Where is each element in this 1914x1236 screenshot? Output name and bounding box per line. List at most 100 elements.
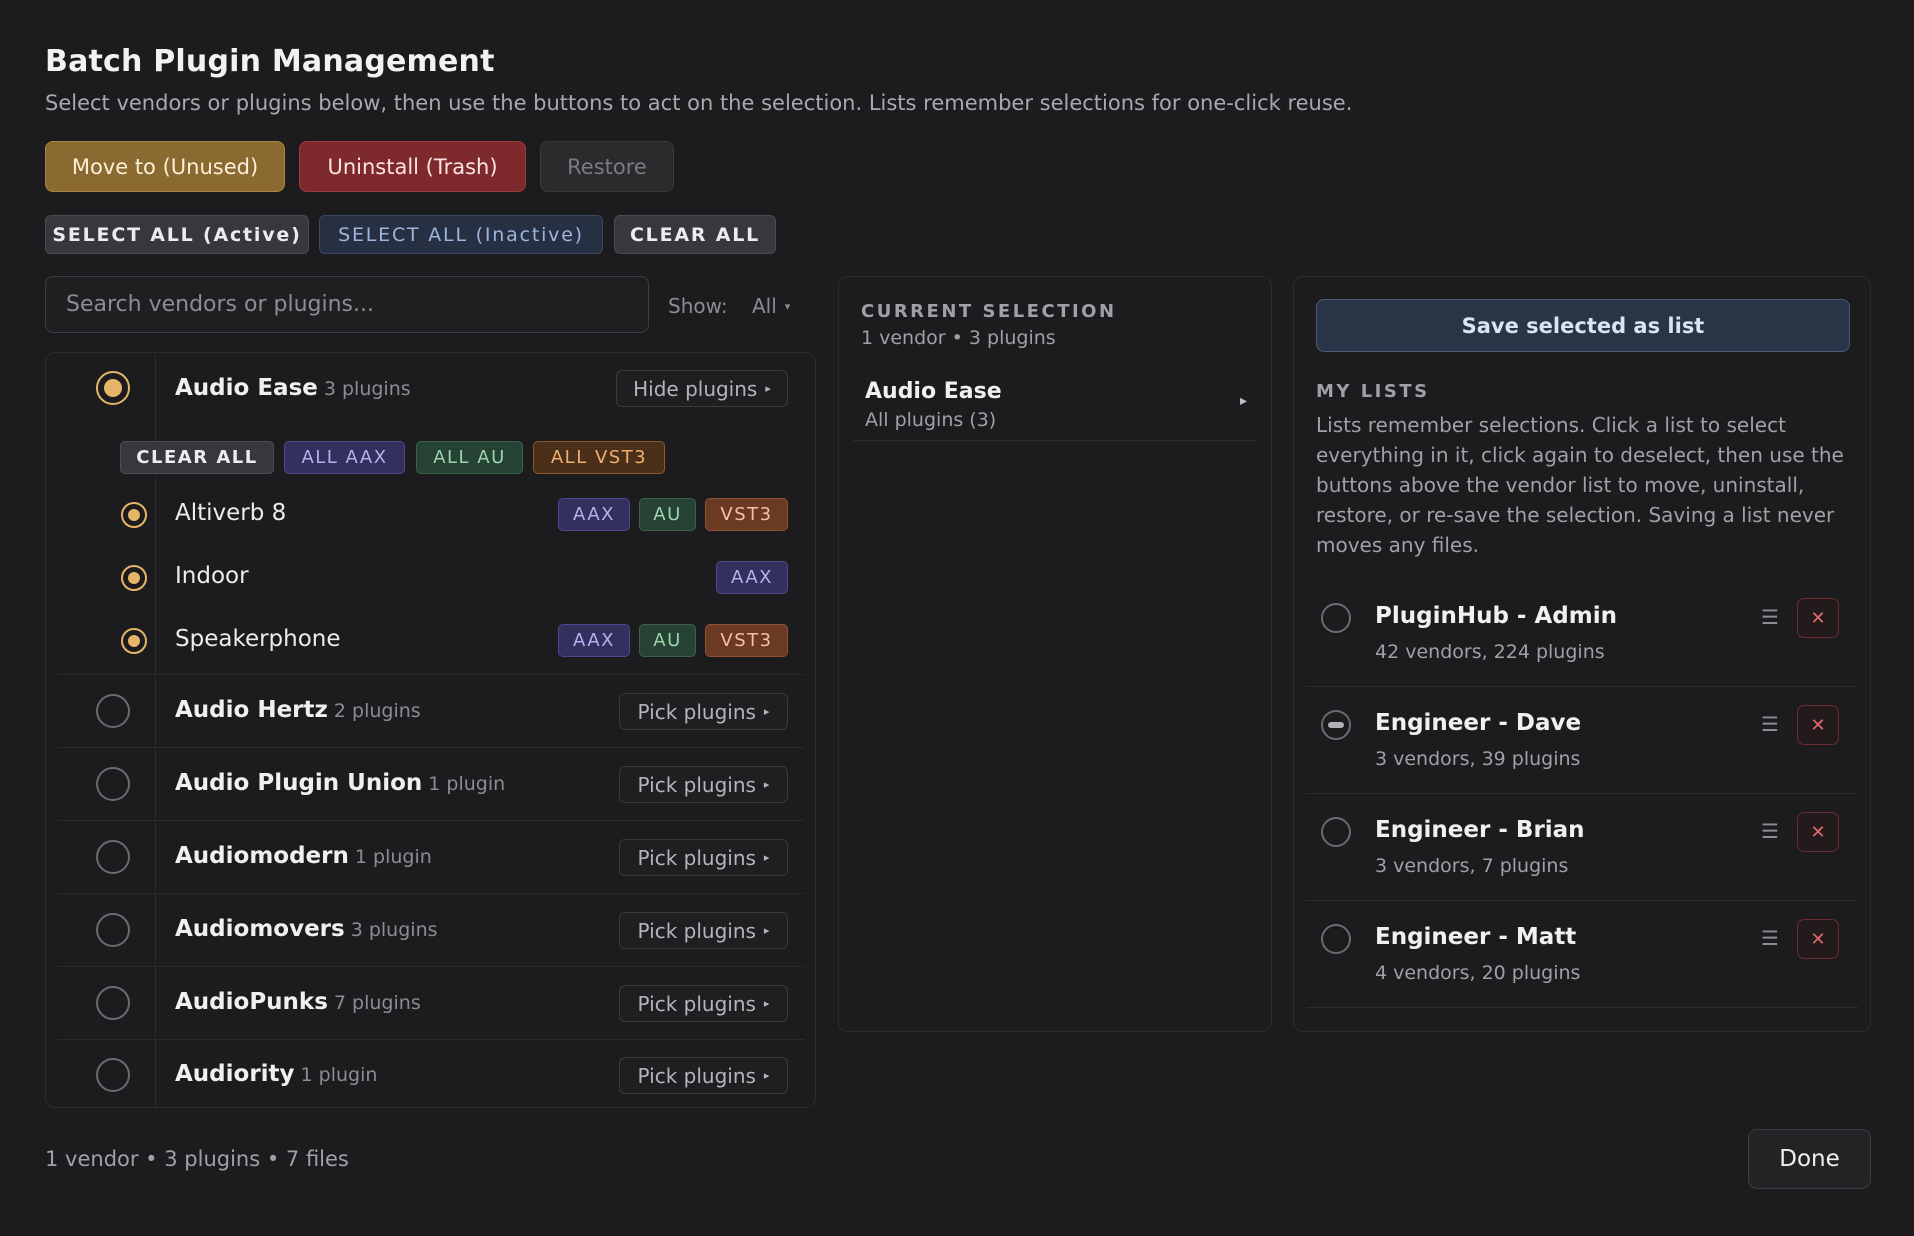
pick-plugins-label: Pick plugins <box>637 699 756 724</box>
format-tag-aax[interactable]: AAX <box>558 498 630 531</box>
vendor-select-radio[interactable] <box>96 840 130 874</box>
list-select-radio[interactable] <box>1321 817 1351 847</box>
drag-handle-icon[interactable]: ☰ <box>1761 605 1779 629</box>
row-divider <box>155 894 156 966</box>
pick-plugins-button[interactable]: Pick plugins ▸ <box>619 1057 788 1094</box>
vendor-select-radio[interactable] <box>96 986 130 1020</box>
vendor-select-radio[interactable] <box>96 694 130 728</box>
show-filter-value: All <box>752 294 777 318</box>
row-divider <box>155 967 156 1039</box>
close-icon: ✕ <box>1810 714 1826 736</box>
list-item[interactable]: PluginHub - Admin 42 vendors, 224 plugin… <box>1306 581 1858 687</box>
plugin-name: Indoor <box>175 563 249 589</box>
done-button[interactable]: Done <box>1748 1129 1871 1189</box>
delete-list-button[interactable]: ✕ <box>1797 812 1839 852</box>
vendor-row[interactable]: Audiomovers 3 plugins Pick plugins ▸ <box>58 894 805 967</box>
show-filter-dropdown[interactable]: All ▾ <box>752 294 790 318</box>
vendor-row-audio-ease[interactable]: Audio Ease 3 plugins Hide plugins ▸ CLEAR … <box>58 353 805 675</box>
caret-right-icon: ▸ <box>763 1069 770 1082</box>
list-select-radio[interactable] <box>1321 710 1351 740</box>
vendor-select-radio[interactable] <box>96 1058 130 1092</box>
delete-list-button[interactable]: ✕ <box>1797 919 1839 959</box>
drag-handle-icon[interactable]: ☰ <box>1761 712 1779 736</box>
my-lists-panel: Save selected as list MY LISTS Lists rem… <box>1293 276 1871 1032</box>
delete-list-button[interactable]: ✕ <box>1797 705 1839 745</box>
list-select-radio[interactable] <box>1321 603 1351 633</box>
page-title: Batch Plugin Management <box>45 44 495 79</box>
save-selected-as-list-button[interactable]: Save selected as list <box>1316 299 1850 352</box>
format-tag-au[interactable]: AU <box>639 498 696 531</box>
select-all-au-button[interactable]: ALL AU <box>416 441 523 474</box>
select-all-vst3-button[interactable]: ALL VST3 <box>533 441 665 474</box>
list-detail: 3 vendors, 7 plugins <box>1375 855 1569 877</box>
format-tag-aax[interactable]: AAX <box>716 561 788 594</box>
vendor-select-radio[interactable] <box>96 371 130 405</box>
select-all-aax-button[interactable]: ALL AAX <box>284 441 405 474</box>
format-tag-aax[interactable]: AAX <box>558 624 630 657</box>
vendor-row[interactable]: AudioPunks 7 plugins Pick plugins ▸ <box>58 967 805 1040</box>
restore-button[interactable]: Restore <box>540 141 674 192</box>
drag-handle-icon[interactable]: ☰ <box>1761 926 1779 950</box>
pick-plugins-label: Pick plugins <box>637 918 756 943</box>
search-input[interactable] <box>45 276 649 333</box>
expand-arrow-icon[interactable]: ▸ <box>1240 393 1247 409</box>
plugin-select-radio[interactable] <box>121 502 147 528</box>
selection-footer-summary: 1 vendor • 3 plugins • 7 files <box>45 1147 349 1171</box>
list-item[interactable]: Engineer - Dave 3 vendors, 39 plugins ☰ … <box>1306 688 1858 794</box>
my-lists-heading: MY LISTS <box>1316 381 1430 402</box>
vendor-name: Audio Ease 3 plugins <box>175 375 411 401</box>
list-detail: 4 vendors, 20 plugins <box>1375 962 1581 984</box>
pick-plugins-label: Pick plugins <box>637 991 756 1016</box>
vendor-plugin-count: 3 plugins <box>323 378 411 400</box>
format-tag-vst3[interactable]: VST3 <box>705 498 788 531</box>
list-name: Engineer - Brian <box>1375 817 1585 843</box>
current-selection-panel: CURRENT SELECTION 1 vendor • 3 plugins A… <box>838 276 1272 1032</box>
vendor-row[interactable]: Audio Hertz 2 plugins Pick plugins ▸ <box>58 675 805 748</box>
row-divider <box>155 748 156 820</box>
pick-plugins-button[interactable]: Pick plugins ▸ <box>619 839 788 876</box>
list-item[interactable]: Engineer - Matt 4 vendors, 20 plugins ☰ … <box>1306 902 1858 1008</box>
vendor-plugin-count: 2 plugins <box>333 700 421 722</box>
row-divider <box>155 821 156 893</box>
pick-plugins-button[interactable]: Pick plugins ▸ <box>619 766 788 803</box>
drag-handle-icon[interactable]: ☰ <box>1761 819 1779 843</box>
selection-item-name: Audio Ease <box>865 379 1002 404</box>
vendor-row[interactable]: Audio Plugin Union 1 plugin Pick plugins ▸ <box>58 748 805 821</box>
vendor-plugin-count: 1 plugin <box>354 846 432 868</box>
vendor-select-radio[interactable] <box>96 767 130 801</box>
caret-right-icon: ▸ <box>763 851 770 864</box>
clear-all-button[interactable]: CLEAR ALL <box>614 215 776 254</box>
vendor-row[interactable]: Audiority 1 plugin Pick plugins ▸ <box>58 1040 805 1107</box>
list-name: Engineer - Dave <box>1375 710 1582 736</box>
format-tag-au[interactable]: AU <box>639 624 696 657</box>
pick-plugins-label: Pick plugins <box>637 1063 756 1088</box>
move-to-unused-button[interactable]: Move to (Unused) <box>45 141 285 192</box>
close-icon: ✕ <box>1810 821 1826 843</box>
vendor-row[interactable]: Audiomodern 1 plugin Pick plugins ▸ <box>58 821 805 894</box>
plugin-select-radio[interactable] <box>121 628 147 654</box>
delete-list-button[interactable]: ✕ <box>1797 598 1839 638</box>
pick-plugins-button[interactable]: Pick plugins ▸ <box>619 912 788 949</box>
row-divider <box>155 353 156 674</box>
close-icon: ✕ <box>1810 928 1826 950</box>
page-subtitle: Select vendors or plugins below, then us… <box>45 91 1353 115</box>
select-all-active-button[interactable]: SELECT ALL (Active) <box>45 215 309 254</box>
plugins-clear-all-button[interactable]: CLEAR ALL <box>120 441 274 474</box>
vendor-list: Audio Ease 3 plugins Hide plugins ▸ CLEAR … <box>45 352 816 1108</box>
selection-item[interactable]: Audio Ease All plugins (3) ▸ <box>853 369 1257 441</box>
format-tag-vst3[interactable]: VST3 <box>705 624 788 657</box>
vendor-plugin-count: 1 plugin <box>300 1064 378 1086</box>
plugin-select-radio[interactable] <box>121 565 147 591</box>
close-icon: ✕ <box>1810 607 1826 629</box>
vendor-select-radio[interactable] <box>96 913 130 947</box>
list-item[interactable]: Engineer - Brian 3 vendors, 7 plugins ☰ … <box>1306 795 1858 901</box>
list-name: Engineer - Matt <box>1375 924 1577 950</box>
hide-plugins-button[interactable]: Hide plugins ▸ <box>616 370 788 407</box>
uninstall-button[interactable]: Uninstall (Trash) <box>299 141 526 192</box>
list-select-radio[interactable] <box>1321 924 1351 954</box>
pick-plugins-button[interactable]: Pick plugins ▸ <box>619 985 788 1022</box>
caret-right-icon: ▸ <box>765 382 771 395</box>
select-all-inactive-button[interactable]: SELECT ALL (Inactive) <box>319 215 603 254</box>
pick-plugins-button[interactable]: Pick plugins ▸ <box>619 693 788 730</box>
pick-plugins-label: Pick plugins <box>637 845 756 870</box>
